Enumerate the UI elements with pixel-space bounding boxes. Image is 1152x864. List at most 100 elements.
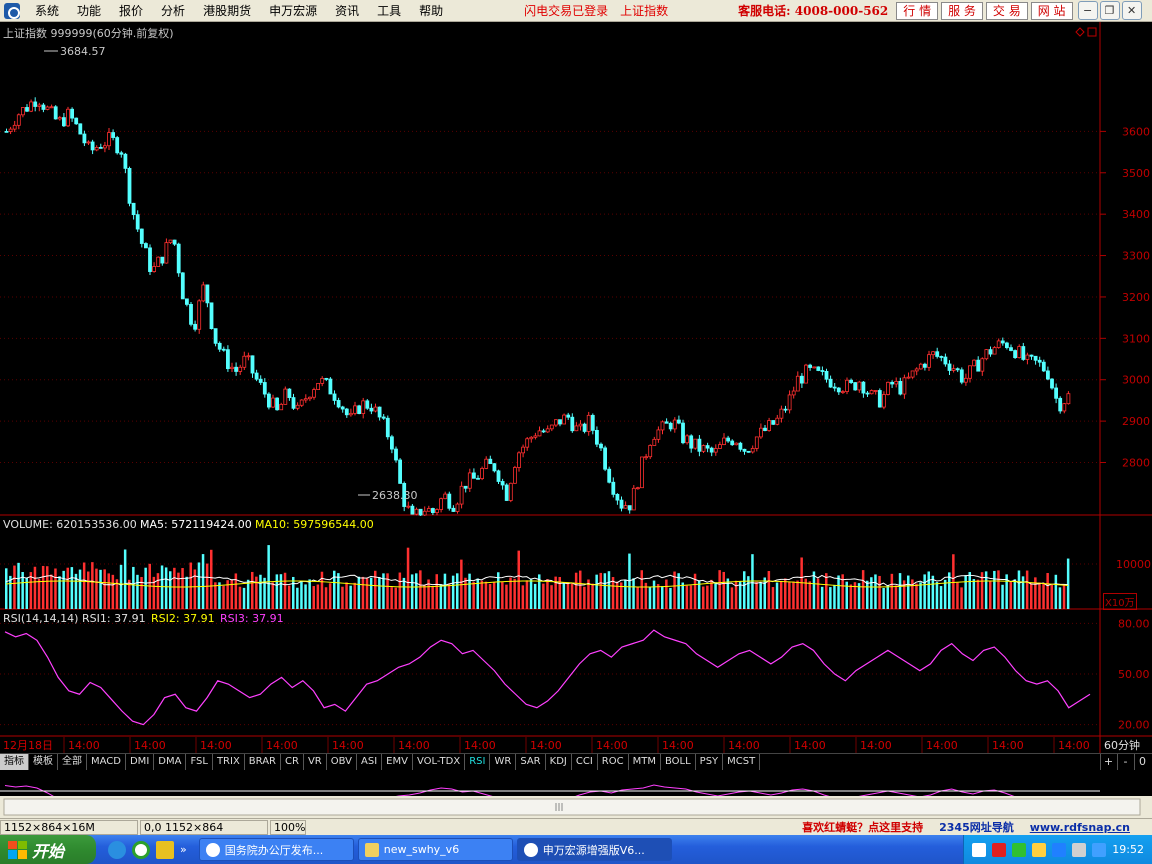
restore-icon[interactable]: ❐ — [1099, 1, 1120, 20]
candle-body — [246, 355, 251, 358]
rsi3-value: RSI3: 37.91 — [220, 612, 284, 625]
tray-network-icon[interactable] — [992, 842, 1007, 857]
task-folder[interactable]: new_swhy_v6 — [357, 838, 513, 861]
candle-body — [262, 382, 267, 395]
overview-chart[interactable] — [0, 770, 1152, 818]
candle-body — [70, 108, 74, 119]
ie-icon[interactable] — [108, 840, 126, 859]
price-panel[interactable]: 2800 2900 3000 3100 3200 3300 3400 3500 3600 上证指… — [0, 22, 1152, 516]
volume-bar — [501, 582, 504, 609]
volume-bar — [570, 583, 574, 609]
menu-analysis[interactable]: 分析 — [152, 0, 194, 22]
tab-roc[interactable]: ROC — [598, 754, 629, 770]
volume-panel[interactable]: 10000 VOLUME: 620153536.00 MA5: 57211942… — [0, 516, 1152, 610]
volume-bar — [214, 582, 217, 609]
tab-模板[interactable]: 模板 — [29, 754, 58, 770]
candle-body — [225, 349, 230, 370]
tab-vr[interactable]: VR — [304, 754, 327, 770]
support-link[interactable]: 喜欢红蜻蜓？点这里支持 — [802, 819, 923, 835]
menu-help[interactable]: 帮助 — [410, 0, 452, 22]
tab-cci[interactable]: CCI — [572, 754, 598, 770]
candle-body — [992, 347, 997, 355]
tab-指标[interactable]: 指标 — [0, 754, 29, 770]
tab-kdj[interactable]: KDJ — [546, 754, 572, 770]
candle-body — [1029, 354, 1034, 357]
tab-全部[interactable]: 全部 — [58, 754, 87, 770]
tab-control-plus[interactable]: + — [1100, 754, 1116, 770]
tab-control-minus[interactable]: - — [1117, 754, 1133, 770]
task-browser[interactable]: 国务院办公厅发布... — [198, 838, 354, 861]
minimize-icon[interactable]: − — [1077, 1, 1098, 20]
candle-body — [135, 214, 140, 230]
task-trading-app[interactable]: 申万宏源增强版V6... — [516, 838, 672, 861]
tab-mtm[interactable]: MTM — [629, 754, 661, 770]
menu-quote[interactable]: 报价 — [110, 0, 152, 22]
folder-icon[interactable] — [156, 840, 174, 859]
candle-body — [656, 429, 661, 440]
tab-trix[interactable]: TRIX — [213, 754, 245, 770]
browser-icon[interactable] — [132, 840, 150, 859]
candle-body — [652, 438, 657, 446]
candle-body — [795, 375, 800, 392]
tab-dmi[interactable]: DMI — [126, 754, 155, 770]
nav-website-button[interactable]: 网 站 — [1030, 1, 1073, 20]
candlestick-chart[interactable]: 2800 2900 3000 3100 3200 3300 3400 3500 3600 — [0, 22, 1152, 516]
menu-system[interactable]: 系统 — [26, 0, 68, 22]
volume-bar — [525, 580, 529, 609]
nav-2345-link[interactable]: 2345网址导航 — [939, 819, 1014, 835]
volume-bar — [890, 573, 894, 609]
tray-volume-icon[interactable] — [1072, 842, 1087, 857]
tab-fsl[interactable]: FSL — [186, 754, 213, 770]
menu-function[interactable]: 功能 — [68, 0, 110, 22]
tab-cr[interactable]: CR — [281, 754, 304, 770]
volume-bar — [607, 571, 611, 609]
candle-body — [923, 363, 927, 368]
menu-news[interactable]: 资讯 — [326, 0, 368, 22]
volume-bar — [1054, 574, 1058, 609]
menu-tools[interactable]: 工具 — [368, 0, 410, 22]
candle-body — [176, 243, 181, 274]
time-label: 14:00 — [464, 739, 496, 752]
tab-control-zero[interactable]: 0 — [1134, 754, 1150, 770]
candle-body — [873, 390, 878, 392]
volume-bar — [156, 573, 160, 609]
candle-body — [496, 470, 501, 482]
tab-asi[interactable]: ASI — [357, 754, 383, 770]
start-button[interactable]: 开始 — [0, 835, 96, 864]
tab-sar[interactable]: SAR — [516, 754, 546, 770]
tray-speaker-icon[interactable] — [1032, 842, 1047, 857]
tab-psy[interactable]: PSY — [696, 754, 724, 770]
candle-body — [677, 419, 681, 424]
tray-shield-icon[interactable] — [1052, 842, 1067, 857]
tray-app-icon[interactable] — [1012, 842, 1027, 857]
tray-arrow-icon[interactable] — [972, 842, 987, 857]
tab-rsi[interactable]: RSI — [465, 754, 491, 770]
tab-macd[interactable]: MACD — [87, 754, 126, 770]
tab-mcst[interactable]: MCST — [723, 754, 761, 770]
candle-body — [943, 356, 948, 365]
nav-market-button[interactable]: 行 情 — [896, 1, 939, 20]
rsi-chart[interactable]: 20.00 50.00 80.00 — [0, 610, 1152, 737]
website-link[interactable]: www.rdfsnap.cn — [1030, 821, 1130, 834]
overview-strip[interactable] — [0, 770, 1152, 818]
rsi-panel[interactable]: 20.00 50.00 80.00 RSI(14,14,14) RSI1: 37.9… — [0, 610, 1152, 737]
tab-vol-tdx[interactable]: VOL-TDX — [413, 754, 466, 770]
tab-wr[interactable]: WR — [490, 754, 517, 770]
tab-brar[interactable]: BRAR — [245, 754, 281, 770]
more-quicklaunch-icon[interactable]: » — [180, 843, 187, 856]
nav-service-button[interactable]: 服 务 — [941, 1, 983, 20]
volume-bar — [82, 562, 86, 609]
tab-obv[interactable]: OBV — [327, 754, 357, 770]
menu-swhy[interactable]: 申万宏源 — [260, 0, 326, 22]
tab-boll[interactable]: BOLL — [661, 754, 696, 770]
tray-security-icon[interactable] — [1092, 842, 1107, 857]
tab-dma[interactable]: DMA — [154, 754, 187, 770]
volume-bar — [685, 585, 689, 609]
menu-hk-futures[interactable]: 港股期货 — [194, 0, 260, 22]
candle-body — [316, 382, 321, 391]
volume-bar — [423, 584, 426, 609]
tab-emv[interactable]: EMV — [382, 754, 413, 770]
nav-trade-button[interactable]: 交 易 — [985, 1, 1028, 20]
close-icon[interactable]: ✕ — [1121, 1, 1142, 20]
candle-body — [1058, 397, 1063, 412]
